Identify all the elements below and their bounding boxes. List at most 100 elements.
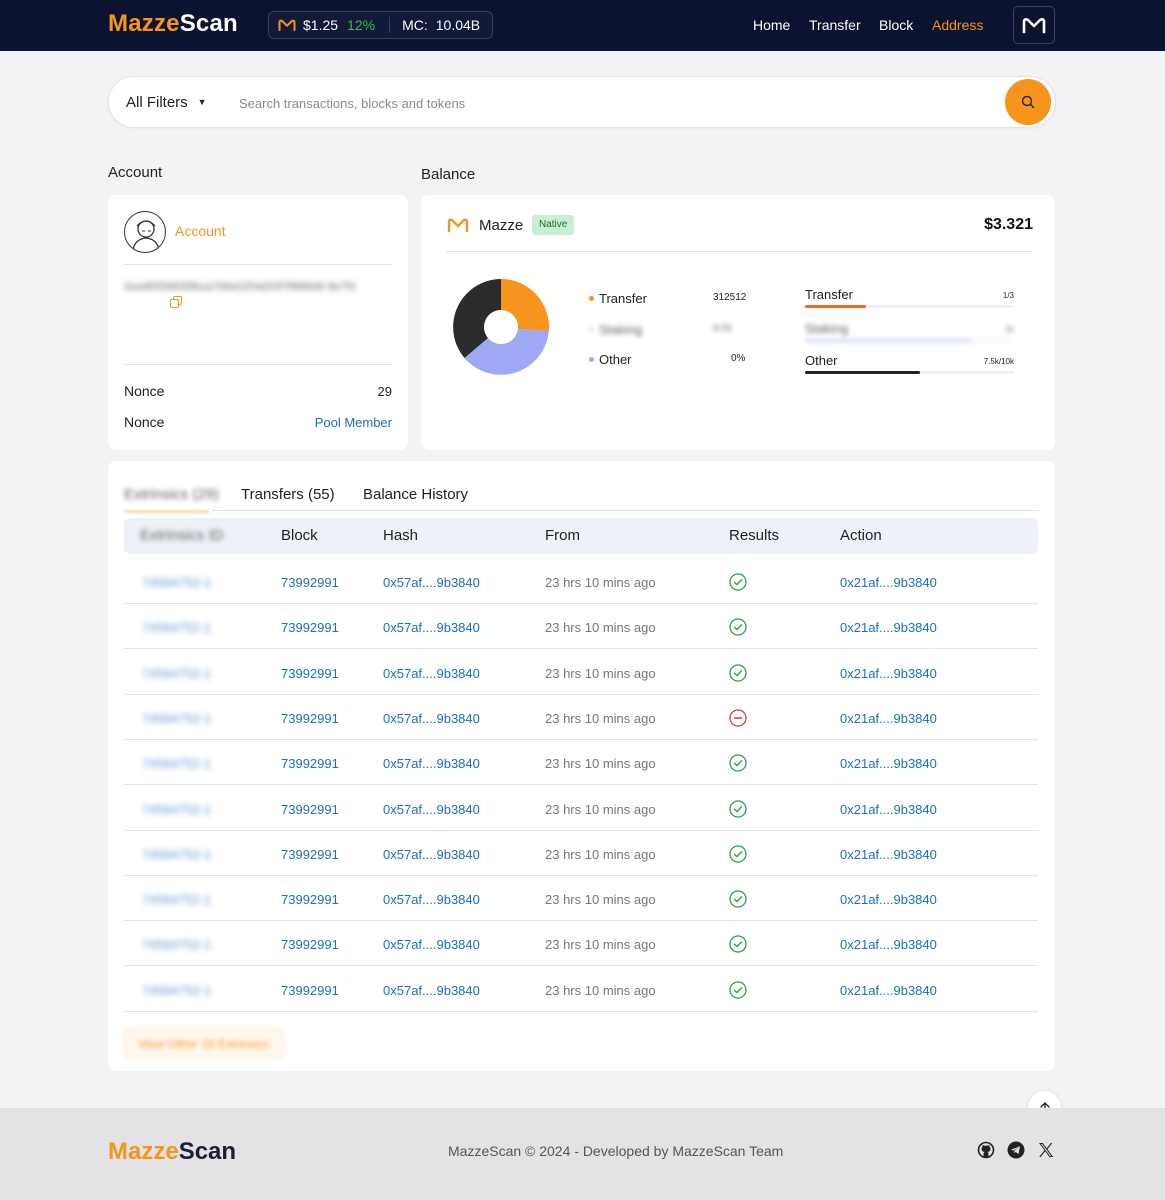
filter-dropdown[interactable]: All Filters ▼ <box>126 94 207 111</box>
balance-section-title: Balance <box>421 166 476 183</box>
copy-icon[interactable] <box>170 296 182 308</box>
hash-link[interactable]: 0x57af....9b3840 <box>383 756 480 771</box>
check-circle-icon <box>729 935 747 954</box>
block-link[interactable]: 73992991 <box>281 983 339 998</box>
action-link[interactable]: 0x21af....9b3840 <box>840 892 937 907</box>
block-link[interactable]: 73992991 <box>281 937 339 952</box>
nav-address[interactable]: Address <box>932 17 983 33</box>
block-link[interactable]: 73992991 <box>281 666 339 681</box>
token-name: Mazze <box>479 217 524 234</box>
check-circle-icon <box>729 663 747 682</box>
account-label: Account <box>175 223 226 239</box>
block-link[interactable]: 73992991 <box>281 711 339 726</box>
block-link[interactable]: 73992991 <box>281 756 339 771</box>
donut-segment-transfer <box>501 279 549 331</box>
search-input[interactable] <box>239 91 999 115</box>
block-link[interactable]: 73992991 <box>281 892 339 907</box>
block-link[interactable]: 73992991 <box>281 802 339 817</box>
table-row: 74564752-1 73992991 0x57af....9b3840 23 hrs… <box>124 559 1038 604</box>
extrinsic-id-link[interactable]: 74564752-1 <box>142 847 211 862</box>
balance-divider <box>446 251 1032 252</box>
hash-link[interactable]: 0x57af....9b3840 <box>383 937 480 952</box>
table-row: 74564752-1 73992991 0x57af....9b3840 23 hrs… <box>124 786 1038 831</box>
extrinsic-id-link[interactable]: 74564752-1 <box>142 575 211 590</box>
action-link[interactable]: 0x21af....9b3840 <box>840 802 937 817</box>
price-ticker: $1.25 12% MC: 10.04B <box>268 11 493 39</box>
action-link[interactable]: 0x21af....9b3840 <box>840 711 937 726</box>
tab-extrinsics[interactable]: Extrinsics (29) <box>124 486 219 503</box>
check-circle-icon <box>729 754 747 772</box>
legend-other-value: 0% <box>731 353 746 364</box>
hash-link[interactable]: 0x57af....9b3840 <box>383 802 480 817</box>
transactions-card: Extrinsics (29) Transfers (55) Balance H… <box>108 461 1055 1071</box>
extrinsic-id-link[interactable]: 74564752-1 <box>142 756 211 771</box>
column-header-results: Results <box>729 527 780 544</box>
view-more-button[interactable]: View Other 19 Extrinsics <box>124 1028 284 1058</box>
block-link[interactable]: 73992991 <box>281 620 339 635</box>
pool-member-link[interactable]: Pool Member <box>315 415 392 430</box>
extrinsic-id-link[interactable]: 74564752-1 <box>142 711 211 726</box>
active-tab-indicator <box>124 510 209 513</box>
caret-down-icon: ▼ <box>197 97 207 107</box>
x-icon[interactable] <box>1037 1141 1055 1159</box>
table-row: 74564752-1 73992991 0x57af....9b3840 23 hrs… <box>124 740 1038 786</box>
nonce-value: 29 <box>377 384 392 399</box>
bar-staking-track <box>805 339 1014 342</box>
account-divider <box>124 264 392 265</box>
table-row: 74564752-1 73992991 0x57af....9b3840 23 hrs… <box>124 921 1038 967</box>
table-row: 74564752-1 73992991 0x57af....9b3840 23 hrs… <box>124 650 1038 695</box>
hash-link[interactable]: 0x57af....9b3840 <box>383 983 480 998</box>
check-circle-icon <box>729 890 747 908</box>
search-bar: All Filters ▼ <box>108 76 1056 128</box>
bar-other-value: 7.5k/10k <box>983 357 1014 366</box>
bar-transfer-fill <box>805 305 866 308</box>
search-button[interactable] <box>1005 79 1051 125</box>
timestamp: 23 hrs 10 mins ago <box>545 937 656 953</box>
check-circle-icon <box>729 618 747 636</box>
action-link[interactable]: 0x21af....9b3840 <box>840 575 937 590</box>
bar-other-label: Other <box>805 353 838 368</box>
wallet-button[interactable] <box>1013 6 1055 44</box>
hash-link[interactable]: 0x57af....9b3840 <box>383 847 480 862</box>
extrinsic-id-link[interactable]: 74564752-1 <box>142 620 211 635</box>
hash-link[interactable]: 0x57af....9b3840 <box>383 620 480 635</box>
github-icon[interactable] <box>977 1141 995 1159</box>
nav-transfer[interactable]: Transfer <box>809 17 861 33</box>
nav-home[interactable]: Home <box>753 17 790 33</box>
extrinsic-id-link[interactable]: 74564752-1 <box>142 666 211 681</box>
hash-link[interactable]: 0x57af....9b3840 <box>383 892 480 907</box>
action-link[interactable]: 0x21af....9b3840 <box>840 620 937 635</box>
telegram-icon[interactable] <box>1007 1141 1025 1159</box>
avatar <box>124 211 166 253</box>
action-link[interactable]: 0x21af....9b3840 <box>840 666 937 681</box>
hash-link[interactable]: 0x57af....9b3840 <box>383 711 480 726</box>
mazze-m-icon <box>447 218 469 233</box>
action-link[interactable]: 0x21af....9b3840 <box>840 847 937 862</box>
check-circle-icon <box>729 981 747 999</box>
extrinsic-id-link[interactable]: 74564752-1 <box>142 983 211 998</box>
mazze-m-icon <box>278 19 296 31</box>
nav-block[interactable]: Block <box>879 17 913 33</box>
brand-logo[interactable]: MazzeScan <box>108 10 238 38</box>
extrinsic-id-link[interactable]: 74564752-1 <box>142 802 211 817</box>
action-link[interactable]: 0x21af....9b3840 <box>840 983 937 998</box>
block-link[interactable]: 73992991 <box>281 575 339 590</box>
table-row: 74564752-1 73992991 0x57af....9b3840 23 hrs… <box>124 967 1038 1012</box>
bar-staking-value: 2x <box>1005 325 1014 334</box>
account-card: Account 0xa4f0f39835fbca766e0254d20f7f8f… <box>108 195 408 450</box>
action-link[interactable]: 0x21af....9b3840 <box>840 937 937 952</box>
hash-link[interactable]: 0x57af....9b3840 <box>383 666 480 681</box>
hash-link[interactable]: 0x57af....9b3840 <box>383 575 480 590</box>
timestamp: 23 hrs 10 mins ago <box>545 710 656 726</box>
token-price: $1.25 <box>303 17 339 33</box>
extrinsic-id-link[interactable]: 74564752-1 <box>142 937 211 952</box>
extrinsic-id-link[interactable]: 74564752-1 <box>142 892 211 907</box>
footer-brand-logo[interactable]: MazzeScan <box>108 1138 236 1166</box>
price-change: 12% <box>347 17 376 33</box>
action-link[interactable]: 0x21af....9b3840 <box>840 756 937 771</box>
block-link[interactable]: 73992991 <box>281 847 339 862</box>
copyright-text: MazzeScan © 2024 - Developed by MazzeSca… <box>448 1143 784 1159</box>
tab-transfers[interactable]: Transfers (55) <box>241 486 335 503</box>
column-header-action: Action <box>840 527 882 544</box>
tab-balance-history[interactable]: Balance History <box>363 486 468 503</box>
